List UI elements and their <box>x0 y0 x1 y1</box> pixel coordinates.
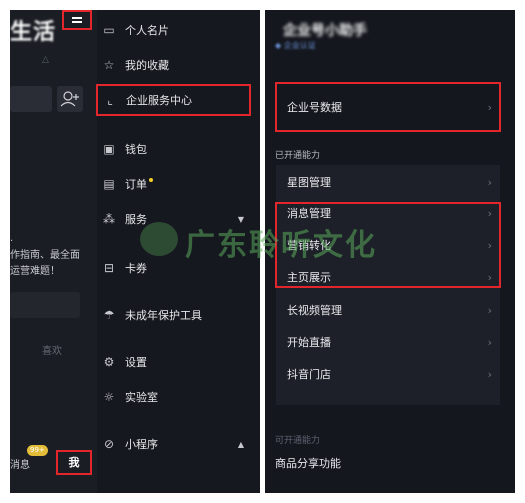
capability-row[interactable]: 主页展示 › <box>276 262 500 294</box>
tip-line-1: 作指南、最全面 <box>10 250 80 261</box>
menu-item-settings[interactable]: ⚙ 设置 <box>102 350 252 374</box>
order-icon: ▤ <box>103 177 115 191</box>
menu-item-wallet[interactable]: ▣ 钱包 <box>102 137 252 161</box>
wechat-watermark-icon <box>140 222 178 256</box>
chevron-right-icon: › <box>487 304 492 317</box>
small-arrow-icon: △ <box>42 55 49 65</box>
menu-item-enterprise-service[interactable]: ⌞ 企业服务中心 <box>96 84 251 116</box>
add-user-icon[interactable] <box>57 86 83 112</box>
menu-item-label: 个人名片 <box>125 24 169 37</box>
menu-item-label: 我的收藏 <box>125 59 169 72</box>
tip-line-2: 运营难题！ <box>10 266 60 277</box>
chevron-right-icon: › <box>487 176 492 189</box>
messages-tab[interactable]: 消息 <box>10 456 30 471</box>
capability-row[interactable]: 长视频管理 › <box>276 295 500 327</box>
notice-dot <box>149 178 153 182</box>
menu-item-favorites[interactable]: ☆ 我的收藏 <box>102 53 252 77</box>
coupon-icon: ⊟ <box>103 261 115 275</box>
menu-item-minor-protection[interactable]: ☂ 未成年保护工具 <box>102 303 252 327</box>
menu-item-label: 设置 <box>125 356 147 369</box>
chevron-right-icon: › <box>487 239 492 252</box>
menu-toggle-button[interactable] <box>62 10 92 30</box>
profile-background-strip: 生活 △ · 作指南、最全面 运营难题！ 喜欢 99+ 消息 我 <box>10 10 97 493</box>
mini-program-icon: ⊘ <box>103 437 115 451</box>
menu-item-business-card[interactable]: ▭ 个人名片 <box>102 18 252 42</box>
message-count-badge: 99+ <box>27 445 48 456</box>
settings-icon: ⚙ <box>103 355 115 369</box>
menu-item-label: 未成年保护工具 <box>125 309 202 322</box>
wallet-icon: ▣ <box>103 142 115 156</box>
menu-item-label: 服务 <box>125 213 147 226</box>
chevron-right-icon: › <box>487 336 492 349</box>
menu-item-label: 实验室 <box>125 391 158 404</box>
capability-row[interactable]: 开始直播 › <box>276 327 500 359</box>
chevron-right-icon: › <box>487 207 492 220</box>
chevron-up-icon: ▲ <box>237 439 244 449</box>
menu-item-label: 订单 <box>125 178 147 191</box>
enterprise-data-row[interactable]: 企业号数据 › <box>276 92 500 124</box>
menu-item-label: 卡券 <box>125 262 147 275</box>
profile-stat-box[interactable] <box>10 86 52 112</box>
row-label: 开始直播 <box>287 336 331 349</box>
enabled-capabilities-heading: 已开通能力 <box>275 151 321 161</box>
row-label: 企业号数据 <box>287 101 342 114</box>
bulb-icon: ☼ <box>103 390 115 404</box>
menu-item-orders[interactable]: ▤ 订单 <box>102 172 252 196</box>
watermark-text: 广东聆听文化 <box>185 228 377 263</box>
menu-item-mini-programs[interactable]: ⊘ 小程序 ▲ <box>102 432 252 456</box>
row-label: 主页展示 <box>287 271 331 284</box>
menu-item-label: 钱包 <box>125 143 147 156</box>
row-label: 星图管理 <box>287 176 331 189</box>
chevron-right-icon: › <box>487 368 492 381</box>
chart-icon: ⌞ <box>107 93 113 107</box>
verified-badge-blurred: ◆ 企业认证 <box>275 41 316 50</box>
capability-row[interactable]: 抖音门店 › <box>276 359 500 391</box>
account-name-blurred: 企业号小助手 <box>283 23 367 39</box>
chevron-right-icon: › <box>487 271 492 284</box>
row-label: 消息管理 <box>287 207 331 220</box>
menu-item-label: 企业服务中心 <box>126 94 192 107</box>
services-icon: ⁂ <box>103 212 115 226</box>
placeholder-bar <box>10 292 80 318</box>
row-label: 抖音门店 <box>287 368 331 381</box>
menu-item-lab[interactable]: ☼ 实验室 <box>102 385 252 409</box>
umbrella-icon: ☂ <box>103 308 115 322</box>
available-capabilities-heading: 可开通能力 <box>275 436 321 446</box>
capability-row[interactable]: 星图管理 › <box>276 167 500 199</box>
menu-item-label: 小程序 <box>125 438 158 451</box>
chevron-right-icon: › <box>487 101 492 114</box>
id-card-icon: ▭ <box>103 23 115 37</box>
profile-title: 生活 <box>10 20 57 45</box>
star-icon: ☆ <box>103 58 115 72</box>
favorites-tab[interactable]: 喜欢 <box>42 342 62 357</box>
row-label: 长视频管理 <box>287 304 342 317</box>
product-share-row[interactable]: 商品分享功能 <box>275 455 341 471</box>
me-tab-button[interactable]: 我 <box>56 450 92 475</box>
